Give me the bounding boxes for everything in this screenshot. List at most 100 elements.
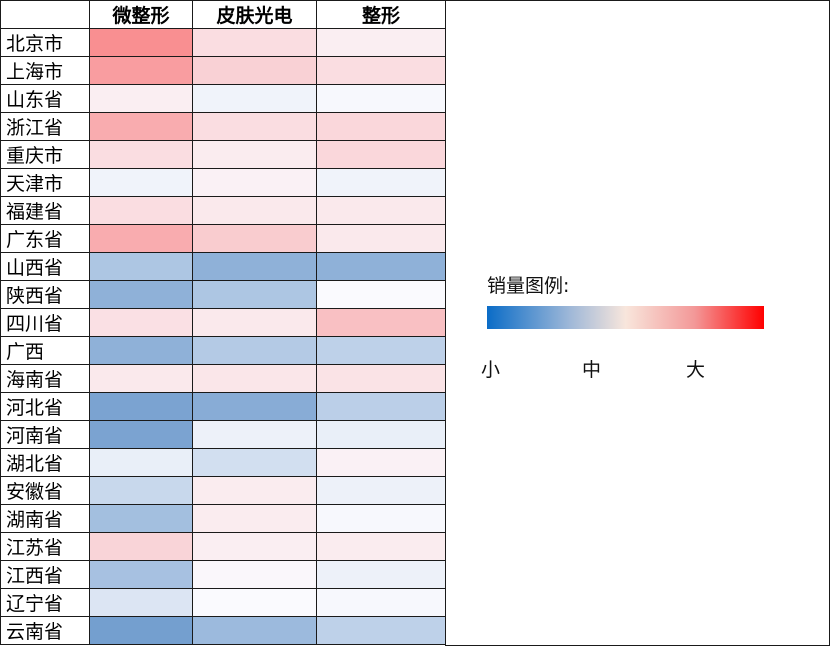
legend-min-label: 小: [481, 359, 501, 381]
heatmap-body: 北京市 上海市 山东省 浙江省 重庆市 天津市 福建省 广东省 山西省 陕西省 四川省 广西 海南省 河北…: [0, 28, 446, 645]
heat-cell: [316, 392, 446, 421]
legend-mid-label: 中: [582, 359, 602, 381]
table-row: 重庆市: [0, 140, 446, 169]
heat-cell: [89, 140, 193, 169]
table-row: 北京市: [0, 28, 446, 57]
heat-cell: [316, 140, 446, 169]
row-label: 安徽省: [0, 476, 90, 505]
heat-cell: [89, 308, 193, 337]
row-label: 四川省: [0, 308, 90, 337]
row-label: 天津市: [0, 168, 90, 197]
column-header: 皮肤光电: [192, 0, 317, 29]
table-row: 浙江省: [0, 112, 446, 141]
heat-cell: [192, 28, 317, 57]
heat-cell: [192, 588, 317, 617]
table-row: 湖北省: [0, 448, 446, 477]
heat-cell: [89, 364, 193, 393]
heat-cell: [89, 280, 193, 309]
heat-cell: [192, 616, 317, 645]
row-label: 海南省: [0, 364, 90, 393]
heat-cell: [192, 280, 317, 309]
row-label: 山西省: [0, 252, 90, 281]
heat-cell: [316, 308, 446, 337]
heat-cell: [316, 364, 446, 393]
table-row: 云南省: [0, 616, 446, 645]
heat-cell: [316, 56, 446, 85]
heat-cell: [316, 616, 446, 645]
heat-cell: [316, 420, 446, 449]
row-label: 江西省: [0, 560, 90, 589]
heat-cell: [316, 448, 446, 477]
row-label: 辽宁省: [0, 588, 90, 617]
row-label: 山东省: [0, 84, 90, 113]
heat-cell: [316, 168, 446, 197]
legend-gradient-bar: [487, 306, 764, 329]
heat-cell: [192, 364, 317, 393]
row-label: 上海市: [0, 56, 90, 85]
heat-cell: [89, 420, 193, 449]
legend-title: 销量图例:: [487, 275, 570, 297]
heat-cell: [192, 140, 317, 169]
column-header: 整形: [316, 0, 446, 29]
heat-cell: [89, 252, 193, 281]
table-row: 陕西省: [0, 280, 446, 309]
heat-cell: [89, 504, 193, 533]
table-row: 江苏省: [0, 532, 446, 561]
row-label: 浙江省: [0, 112, 90, 141]
row-label: 湖南省: [0, 504, 90, 533]
heat-cell: [316, 84, 446, 113]
table-row: 天津市: [0, 168, 446, 197]
row-label: 江苏省: [0, 532, 90, 561]
heat-cell: [192, 84, 317, 113]
row-label: 广西: [0, 336, 90, 365]
row-label: 陕西省: [0, 280, 90, 309]
heat-cell: [192, 112, 317, 141]
heat-cell: [316, 280, 446, 309]
heat-cell: [316, 560, 446, 589]
heat-cell: [192, 56, 317, 85]
table-row: 广西: [0, 336, 446, 365]
heat-cell: [192, 336, 317, 365]
row-label: 河南省: [0, 420, 90, 449]
heat-cell: [89, 112, 193, 141]
table-row: 安徽省: [0, 476, 446, 505]
heat-cell: [316, 476, 446, 505]
heat-cell: [89, 392, 193, 421]
row-label: 重庆市: [0, 140, 90, 169]
column-header: 微整形: [89, 0, 193, 29]
heat-cell: [316, 532, 446, 561]
table-row: 江西省: [0, 560, 446, 589]
row-label: 北京市: [0, 28, 90, 57]
heat-cell: [316, 252, 446, 281]
heatmap-table: 微整形 皮肤光电 整形 北京市 上海市 山东省 浙江省 重庆市 天津市 福建省 广东省 山西省 陕西省…: [0, 0, 446, 645]
heat-cell: [316, 112, 446, 141]
heat-cell: [316, 224, 446, 253]
heat-cell: [89, 84, 193, 113]
table-row: 广东省: [0, 224, 446, 253]
row-label: 福建省: [0, 196, 90, 225]
heat-cell: [89, 588, 193, 617]
heat-cell: [89, 196, 193, 225]
heat-cell: [316, 28, 446, 57]
table-row: 湖南省: [0, 504, 446, 533]
table-row: 海南省: [0, 364, 446, 393]
table-row: 山西省: [0, 252, 446, 281]
heat-cell: [316, 588, 446, 617]
heat-cell: [89, 616, 193, 645]
row-label: 湖北省: [0, 448, 90, 477]
table-row: 四川省: [0, 308, 446, 337]
heat-cell: [89, 476, 193, 505]
corner-cell: [0, 0, 90, 29]
heat-cell: [192, 252, 317, 281]
heat-cell: [192, 448, 317, 477]
heat-cell: [192, 224, 317, 253]
heat-cell: [89, 448, 193, 477]
heat-cell: [89, 560, 193, 589]
heat-cell: [192, 504, 317, 533]
heat-cell: [192, 196, 317, 225]
heat-cell: [192, 532, 317, 561]
row-label: 河北省: [0, 392, 90, 421]
heat-cell: [192, 420, 317, 449]
heat-cell: [192, 308, 317, 337]
heat-cell: [192, 476, 317, 505]
